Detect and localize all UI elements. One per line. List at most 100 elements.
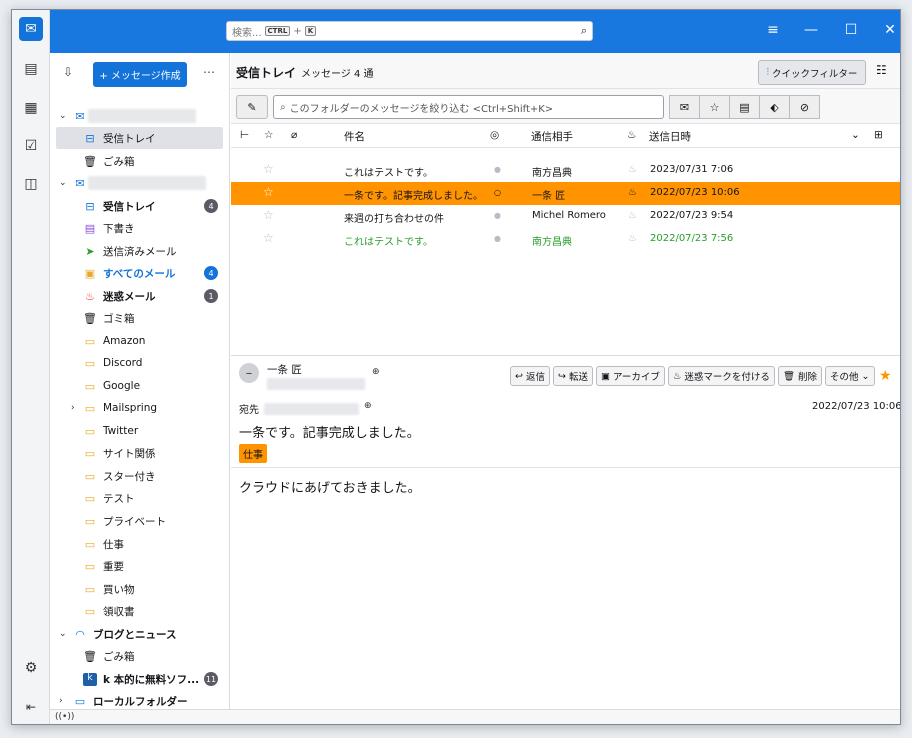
inbox-icon: ⊟ <box>85 199 95 213</box>
spam-icon[interactable]: ♨ <box>628 164 637 175</box>
column-correspondent[interactable]: 通信相手 <box>531 129 573 144</box>
folder-mailspring[interactable]: › ▭ Mailspring <box>50 397 229 419</box>
message-row[interactable]: ☆ 来週の打ち合わせの件 ● Michel Romero ♨ 2022/07/2… <box>231 205 900 228</box>
folder-twitter[interactable]: ▭ Twitter <box>50 420 229 442</box>
folder-important[interactable]: ▭ 重要 <box>50 555 229 577</box>
minimize-icon[interactable]: — <box>801 22 821 38</box>
get-messages-icon[interactable]: ⇩ <box>63 65 73 79</box>
tag-filter-icon[interactable]: ⬖ <box>759 95 790 119</box>
folder-starred[interactable]: ▭ スター付き <box>50 465 229 487</box>
account-row-2[interactable]: ⌄ ✉ <box>50 172 229 194</box>
mail-icon[interactable]: ✉ <box>19 17 43 41</box>
chat-icon[interactable]: ◫ <box>19 172 43 196</box>
chevron-down-icon[interactable]: ⌄ <box>59 178 67 188</box>
folder-inbox-1[interactable]: ⊟ 受信トレイ <box>56 127 223 149</box>
folder-trash-1[interactable]: 🗑 ごみ箱 <box>50 150 229 172</box>
add-contact-icon[interactable]: ⊕ <box>364 401 372 411</box>
add-contact-icon[interactable]: ⊕ <box>372 367 380 377</box>
message-row[interactable]: ☆ これはテストです。 ● 南方昌典 ♨ 2023/07/31 7:06 <box>231 159 900 182</box>
starred-filter-icon[interactable]: ☆ <box>699 95 730 119</box>
spam-column-icon[interactable]: ♨ <box>627 129 636 141</box>
folder-all-mail[interactable]: ▣ すべてのメール 4 <box>50 262 229 284</box>
column-date[interactable]: 送信日時 <box>649 129 691 144</box>
chevron-right-icon[interactable]: › <box>71 403 75 413</box>
message-from: 一条 匠 <box>532 191 566 202</box>
star-icon[interactable]: ☆ <box>263 231 274 245</box>
more-icon[interactable]: ⋯ <box>203 65 215 79</box>
mark-spam-button[interactable]: ♨ 迷惑マークを付ける <box>667 366 775 386</box>
folder-drafts[interactable]: ▤ 下書き <box>50 217 229 239</box>
message-header-from[interactable]: 一条 匠 <box>267 362 302 377</box>
thread-column-icon[interactable]: ⊢ <box>240 129 249 141</box>
star-icon[interactable]: ★ <box>879 368 892 384</box>
folder-test[interactable]: ▭ テスト <box>50 487 229 509</box>
display-options-icon[interactable]: ☷ <box>876 63 887 77</box>
address-book-icon[interactable]: ▤ <box>19 57 43 81</box>
folder-amazon[interactable]: ▭ Amazon <box>50 330 229 352</box>
filter-input[interactable]: ⌕ このフォルダーのメッセージを絞り込む <Ctrl+Shift+K> <box>273 95 664 119</box>
new-message-button[interactable]: + メッセージ作成 <box>93 62 187 87</box>
calendar-icon[interactable]: ▦ <box>19 96 43 120</box>
unread-filter-icon[interactable]: ✉ <box>669 95 700 119</box>
sort-chevron-icon[interactable]: ⌄ <box>851 129 860 141</box>
recipient-redacted <box>264 403 359 415</box>
spam-icon[interactable]: ♨ <box>628 210 637 221</box>
spam-icon[interactable]: ♨ <box>628 187 637 198</box>
column-picker-icon[interactable]: ⊞ <box>874 129 883 141</box>
spam-icon[interactable]: ♨ <box>628 233 637 244</box>
message-date: 2022/07/23 7:56 <box>650 233 734 244</box>
tasks-icon[interactable]: ☑ <box>19 134 43 158</box>
unread-count-badge: 11 <box>204 672 218 686</box>
archive-button[interactable]: ▣ アーカイブ <box>595 366 665 386</box>
folder-google[interactable]: ▭ Google <box>50 375 229 397</box>
account-row-1[interactable]: ⌄ ✉ <box>50 105 229 127</box>
feed-row[interactable]: k k 本的に無料ソフ... 11 <box>50 668 229 690</box>
collapse-spaces-icon[interactable]: ⇤ <box>19 695 43 719</box>
settings-icon[interactable]: ⚙ <box>19 656 43 680</box>
forward-button[interactable]: ↪ 転送 <box>552 366 593 386</box>
folder-private[interactable]: ▭ プライベート <box>50 510 229 532</box>
delete-button[interactable]: 🗑 削除 <box>777 366 823 386</box>
star-column-icon[interactable]: ☆ <box>264 129 273 141</box>
message-row[interactable]: ☆ 一条です。記事完成しました。 ○ 一条 匠 ♨ 2022/07/23 10:… <box>231 182 900 205</box>
folder-discord[interactable]: ▭ Discord <box>50 352 229 374</box>
chevron-down-icon[interactable]: ⌄ <box>59 629 67 639</box>
chevron-down-icon[interactable]: ⌄ <box>59 111 67 121</box>
account-row-blogs[interactable]: ⌄ ◠ ブログとニュース <box>50 623 229 645</box>
online-status-icon[interactable]: ((•)) <box>55 712 74 722</box>
read-status-icon[interactable]: ● <box>494 165 501 174</box>
folder-spam[interactable]: ♨ 迷惑メール 1 <box>50 285 229 307</box>
attachment-column-icon[interactable]: ⌀ <box>291 129 297 141</box>
search-icon[interactable]: ⌕ <box>581 24 587 38</box>
message-date: 2022/07/23 9:54 <box>650 210 734 221</box>
sender-email-redacted <box>267 378 365 390</box>
chevron-right-icon[interactable]: › <box>59 696 63 706</box>
message-row[interactable]: ☆ これはテストです。 ● 南方昌典 ♨ 2022/07/23 7:56 <box>231 228 900 251</box>
attachment-filter-icon[interactable]: ⊘ <box>789 95 820 119</box>
global-search-input[interactable]: 検索... CTRL + K ⌕ <box>226 21 593 41</box>
read-status-icon[interactable]: ● <box>494 211 501 220</box>
star-icon[interactable]: ☆ <box>263 185 274 199</box>
folder-receipts[interactable]: ▭ 領収書 <box>50 600 229 622</box>
folder-shopping[interactable]: ▭ 買い物 <box>50 578 229 600</box>
folder-site[interactable]: ▭ サイト関係 <box>50 442 229 464</box>
contact-filter-icon[interactable]: ▤ <box>729 95 760 119</box>
folder-sent[interactable]: ➤ 送信済みメール <box>50 240 229 262</box>
more-button[interactable]: その他 ⌄ <box>825 366 875 386</box>
close-icon[interactable]: ✕ <box>880 22 900 38</box>
folder-work[interactable]: ▭ 仕事 <box>50 533 229 555</box>
maximize-icon[interactable]: ☐ <box>841 22 861 38</box>
star-icon[interactable]: ☆ <box>263 208 274 222</box>
read-status-icon[interactable]: ○ <box>494 188 501 197</box>
folder-blogs-trash[interactable]: 🗑 ごみ箱 <box>50 645 229 667</box>
read-column-icon[interactable]: ◎ <box>490 129 499 141</box>
pin-icon[interactable]: ✎ <box>236 95 268 119</box>
column-subject[interactable]: 件名 <box>344 129 365 144</box>
quick-filter-button[interactable]: ⫶ クイックフィルター <box>758 60 866 85</box>
reply-button[interactable]: ↩ 返信 <box>510 366 550 386</box>
star-icon[interactable]: ☆ <box>263 162 274 176</box>
folder-trash-2[interactable]: 🗑 ゴミ箱 <box>50 307 229 329</box>
folder-inbox-2[interactable]: ⊟ 受信トレイ 4 <box>50 195 229 217</box>
read-status-icon[interactable]: ● <box>494 234 501 243</box>
menu-icon[interactable]: ≡ <box>763 22 783 38</box>
